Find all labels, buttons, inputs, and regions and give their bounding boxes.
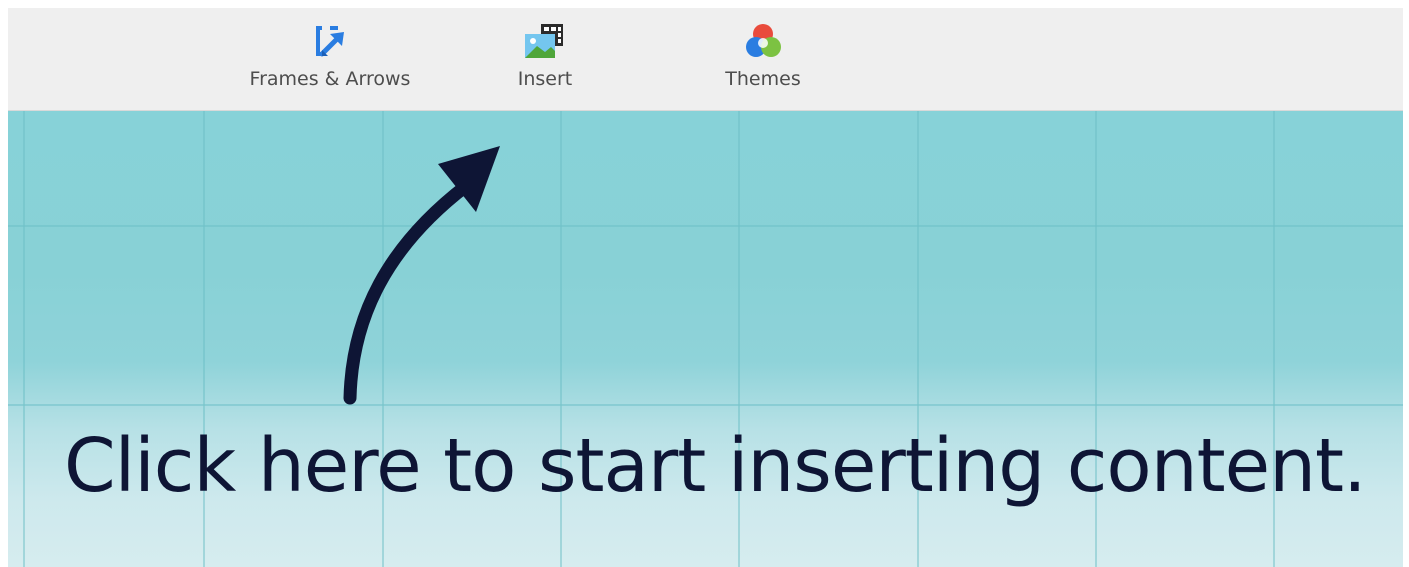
themes-icon bbox=[746, 24, 781, 57]
insert-button[interactable]: Insert bbox=[490, 20, 600, 102]
curved-arrow-icon bbox=[343, 146, 500, 405]
insert-content-prompt[interactable]: Click here to start inserting content. bbox=[64, 429, 1367, 503]
canvas[interactable]: Click here to start inserting content. bbox=[8, 111, 1403, 567]
themes-label: Themes bbox=[725, 68, 801, 90]
frames-arrows-button[interactable]: Frames & Arrows bbox=[230, 20, 430, 102]
insert-image-icon bbox=[525, 24, 563, 58]
app-window: Frames & Arrows Insert Themes Click here… bbox=[8, 8, 1403, 567]
themes-button[interactable]: Themes bbox=[708, 20, 818, 102]
insert-label: Insert bbox=[517, 68, 573, 90]
toolbar: Frames & Arrows Insert Themes bbox=[8, 8, 1403, 111]
frames-arrows-icon bbox=[316, 26, 344, 57]
frames-arrows-label: Frames & Arrows bbox=[249, 68, 411, 90]
